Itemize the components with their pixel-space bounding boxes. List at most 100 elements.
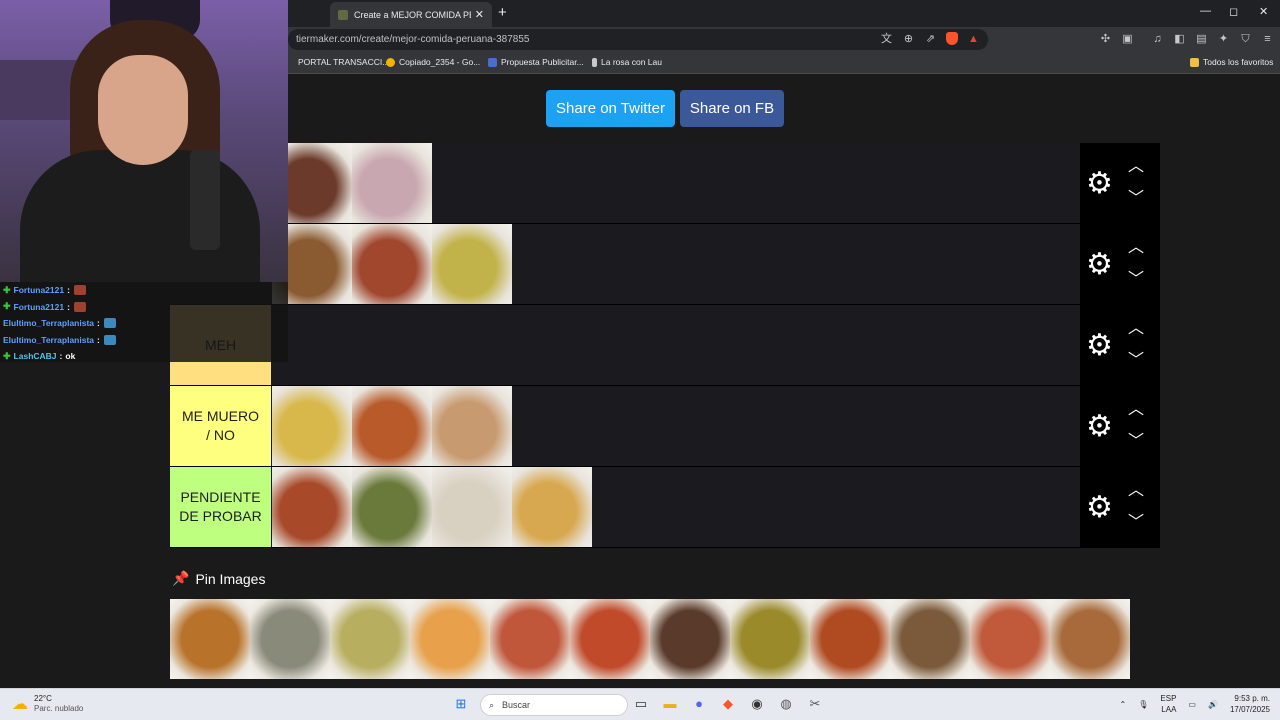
show-hidden-icons-icon[interactable]: ⌃ xyxy=(1120,700,1127,709)
move-down-icon[interactable]: ﹀ xyxy=(1128,353,1144,369)
tab-close-icon[interactable]: ✕ xyxy=(475,8,484,21)
pin-food-image[interactable] xyxy=(410,599,490,679)
move-up-icon[interactable]: ︿ xyxy=(1128,483,1144,499)
system-tray: ⌃ 🎙 ESP LAA ▭ 🔊 9:53 p. m. 17/07/2025 xyxy=(1120,693,1270,715)
bookmark-item[interactable]: La rosa con Lau xyxy=(592,57,662,67)
brave-icon[interactable]: ◆ xyxy=(719,695,737,713)
pin-images-strip xyxy=(170,599,1130,679)
food-image[interactable] xyxy=(272,386,352,466)
move-up-icon[interactable]: ︿ xyxy=(1128,402,1144,418)
move-down-icon[interactable]: ﹀ xyxy=(1128,191,1144,207)
tier-controls: ⚙ ︿ ﹀ xyxy=(1080,143,1160,224)
webcam-overlay xyxy=(0,0,288,282)
move-down-icon[interactable]: ﹀ xyxy=(1128,434,1144,450)
food-image[interactable] xyxy=(272,467,352,547)
active-tab[interactable]: Create a MEJOR COMIDA PERUANA ✕ xyxy=(330,2,492,27)
food-image[interactable] xyxy=(352,143,432,223)
pin-food-image[interactable] xyxy=(170,599,250,679)
media-icon[interactable]: ♫ xyxy=(1151,32,1164,46)
food-image[interactable] xyxy=(432,467,512,547)
gear-icon[interactable]: ⚙ xyxy=(1086,331,1113,361)
language-indicator[interactable]: ESP LAA xyxy=(1160,693,1176,715)
zoom-icon[interactable]: ⊕ xyxy=(902,32,915,46)
minimize-icon[interactable]: — xyxy=(1200,5,1211,17)
url-text[interactable]: tiermaker.com/create/mejor-comida-peruan… xyxy=(296,34,529,45)
windows-taskbar: ☁ 22°C Parc. nublado ⊞ ⌕ Buscar ▭ ▬ ● ◆ … xyxy=(0,688,1280,720)
vpn-icon[interactable]: ⛉ xyxy=(1239,32,1252,46)
pin-food-image[interactable] xyxy=(330,599,410,679)
pin-food-image[interactable] xyxy=(490,599,570,679)
chat-emote-icon xyxy=(103,334,116,345)
subscriber-badge-icon: ✚ xyxy=(3,284,11,295)
snipping-tool-icon[interactable]: ✂ xyxy=(806,695,824,713)
wallet-icon[interactable]: ▤ xyxy=(1195,32,1208,46)
translate-icon[interactable]: 文 xyxy=(880,32,893,46)
gear-icon[interactable]: ⚙ xyxy=(1086,412,1113,442)
search-icon: ⌕ xyxy=(489,699,495,710)
move-up-icon[interactable]: ︿ xyxy=(1128,240,1144,256)
leo-ai-icon[interactable]: ✦ xyxy=(1217,32,1230,46)
tier-row: ME MUERO / NO ⚙ ︿ ﹀ xyxy=(170,386,1160,467)
chat-message: ✚ LashCABJ : ok xyxy=(3,350,76,362)
move-down-icon[interactable]: ﹀ xyxy=(1128,515,1144,531)
screenshot-icon[interactable]: ▣ xyxy=(1121,32,1134,46)
new-tab-button[interactable]: + xyxy=(498,4,507,21)
food-image[interactable] xyxy=(432,386,512,466)
address-bar[interactable]: tiermaker.com/create/mejor-comida-peruan… xyxy=(288,29,988,50)
tier-label[interactable]: PENDIENTE DE PROBAR xyxy=(170,467,271,547)
food-image[interactable] xyxy=(352,386,432,466)
volume-icon[interactable]: 🔊 xyxy=(1208,700,1218,709)
move-up-icon[interactable]: ︿ xyxy=(1128,159,1144,175)
gear-icon[interactable]: ⚙ xyxy=(1086,493,1113,523)
network-icon[interactable]: ▭ xyxy=(1188,700,1196,709)
pin-food-image[interactable] xyxy=(650,599,730,679)
extensions-icon[interactable]: ✣ xyxy=(1099,32,1112,46)
brave-rewards-icon[interactable]: ▲ xyxy=(967,32,980,46)
tiermaker-favicon-icon xyxy=(338,9,348,20)
pin-food-image[interactable] xyxy=(1050,599,1130,679)
drive-icon xyxy=(386,57,395,67)
pin-food-image[interactable] xyxy=(890,599,970,679)
food-image[interactable] xyxy=(512,467,592,547)
weather-widget[interactable]: ☁ 22°C Parc. nublado xyxy=(12,694,83,714)
sidebar-icon[interactable]: ◧ xyxy=(1173,32,1186,46)
food-image[interactable] xyxy=(432,224,512,304)
discord-icon[interactable]: ● xyxy=(690,695,708,713)
menu-icon[interactable]: ≡ xyxy=(1261,32,1274,46)
pin-food-image[interactable] xyxy=(810,599,890,679)
gear-icon[interactable]: ⚙ xyxy=(1086,169,1113,199)
taskbar-search[interactable]: ⌕ Buscar xyxy=(480,694,628,716)
gear-icon[interactable]: ⚙ xyxy=(1086,250,1113,280)
brave-shield-icon[interactable] xyxy=(946,32,958,45)
start-icon[interactable]: ⊞ xyxy=(452,695,470,713)
tier-items xyxy=(272,386,512,466)
bookmark-item[interactable]: Copiado_2354 - Go... xyxy=(386,57,480,67)
pin-food-image[interactable] xyxy=(970,599,1050,679)
window-close-icon[interactable]: ✕ xyxy=(1259,5,1268,18)
bookmarks-folder[interactable]: Todos los favoritos xyxy=(1190,57,1273,67)
food-image[interactable] xyxy=(352,467,432,547)
tier-label[interactable]: ME MUERO / NO xyxy=(170,386,271,466)
food-image[interactable] xyxy=(352,224,432,304)
move-up-icon[interactable]: ︿ xyxy=(1128,321,1144,337)
pin-food-image[interactable] xyxy=(570,599,650,679)
tier-controls: ⚙ ︿ ﹀ xyxy=(1080,386,1160,467)
tier-row: PENDIENTE DE PROBAR ⚙ ︿ ﹀ xyxy=(170,467,1160,548)
microphone-icon[interactable]: 🎙 xyxy=(1138,700,1148,709)
tier-items xyxy=(272,143,432,223)
share-icon[interactable]: ⇗ xyxy=(924,32,937,46)
bookmark-item[interactable]: PORTAL TRANSACCI... xyxy=(298,57,389,67)
file-explorer-icon[interactable]: ▬ xyxy=(661,695,679,713)
pin-food-image[interactable] xyxy=(250,599,330,679)
task-view-icon[interactable]: ▭ xyxy=(632,695,650,713)
share-fb-button[interactable]: Share on FB xyxy=(680,90,784,127)
pin-food-image[interactable] xyxy=(730,599,810,679)
clock[interactable]: 9:53 p. m. 17/07/2025 xyxy=(1230,693,1270,715)
pin-images-heading: 📌 Pin Images xyxy=(172,570,266,587)
steam-icon[interactable]: ◍ xyxy=(777,695,795,713)
bookmark-item[interactable]: Propuesta Publicitar... xyxy=(488,57,584,67)
move-down-icon[interactable]: ﹀ xyxy=(1128,272,1144,288)
maximize-icon[interactable]: ◻ xyxy=(1229,5,1238,18)
share-twitter-button[interactable]: Share on Twitter xyxy=(546,90,675,127)
obs-icon[interactable]: ◉ xyxy=(748,695,766,713)
